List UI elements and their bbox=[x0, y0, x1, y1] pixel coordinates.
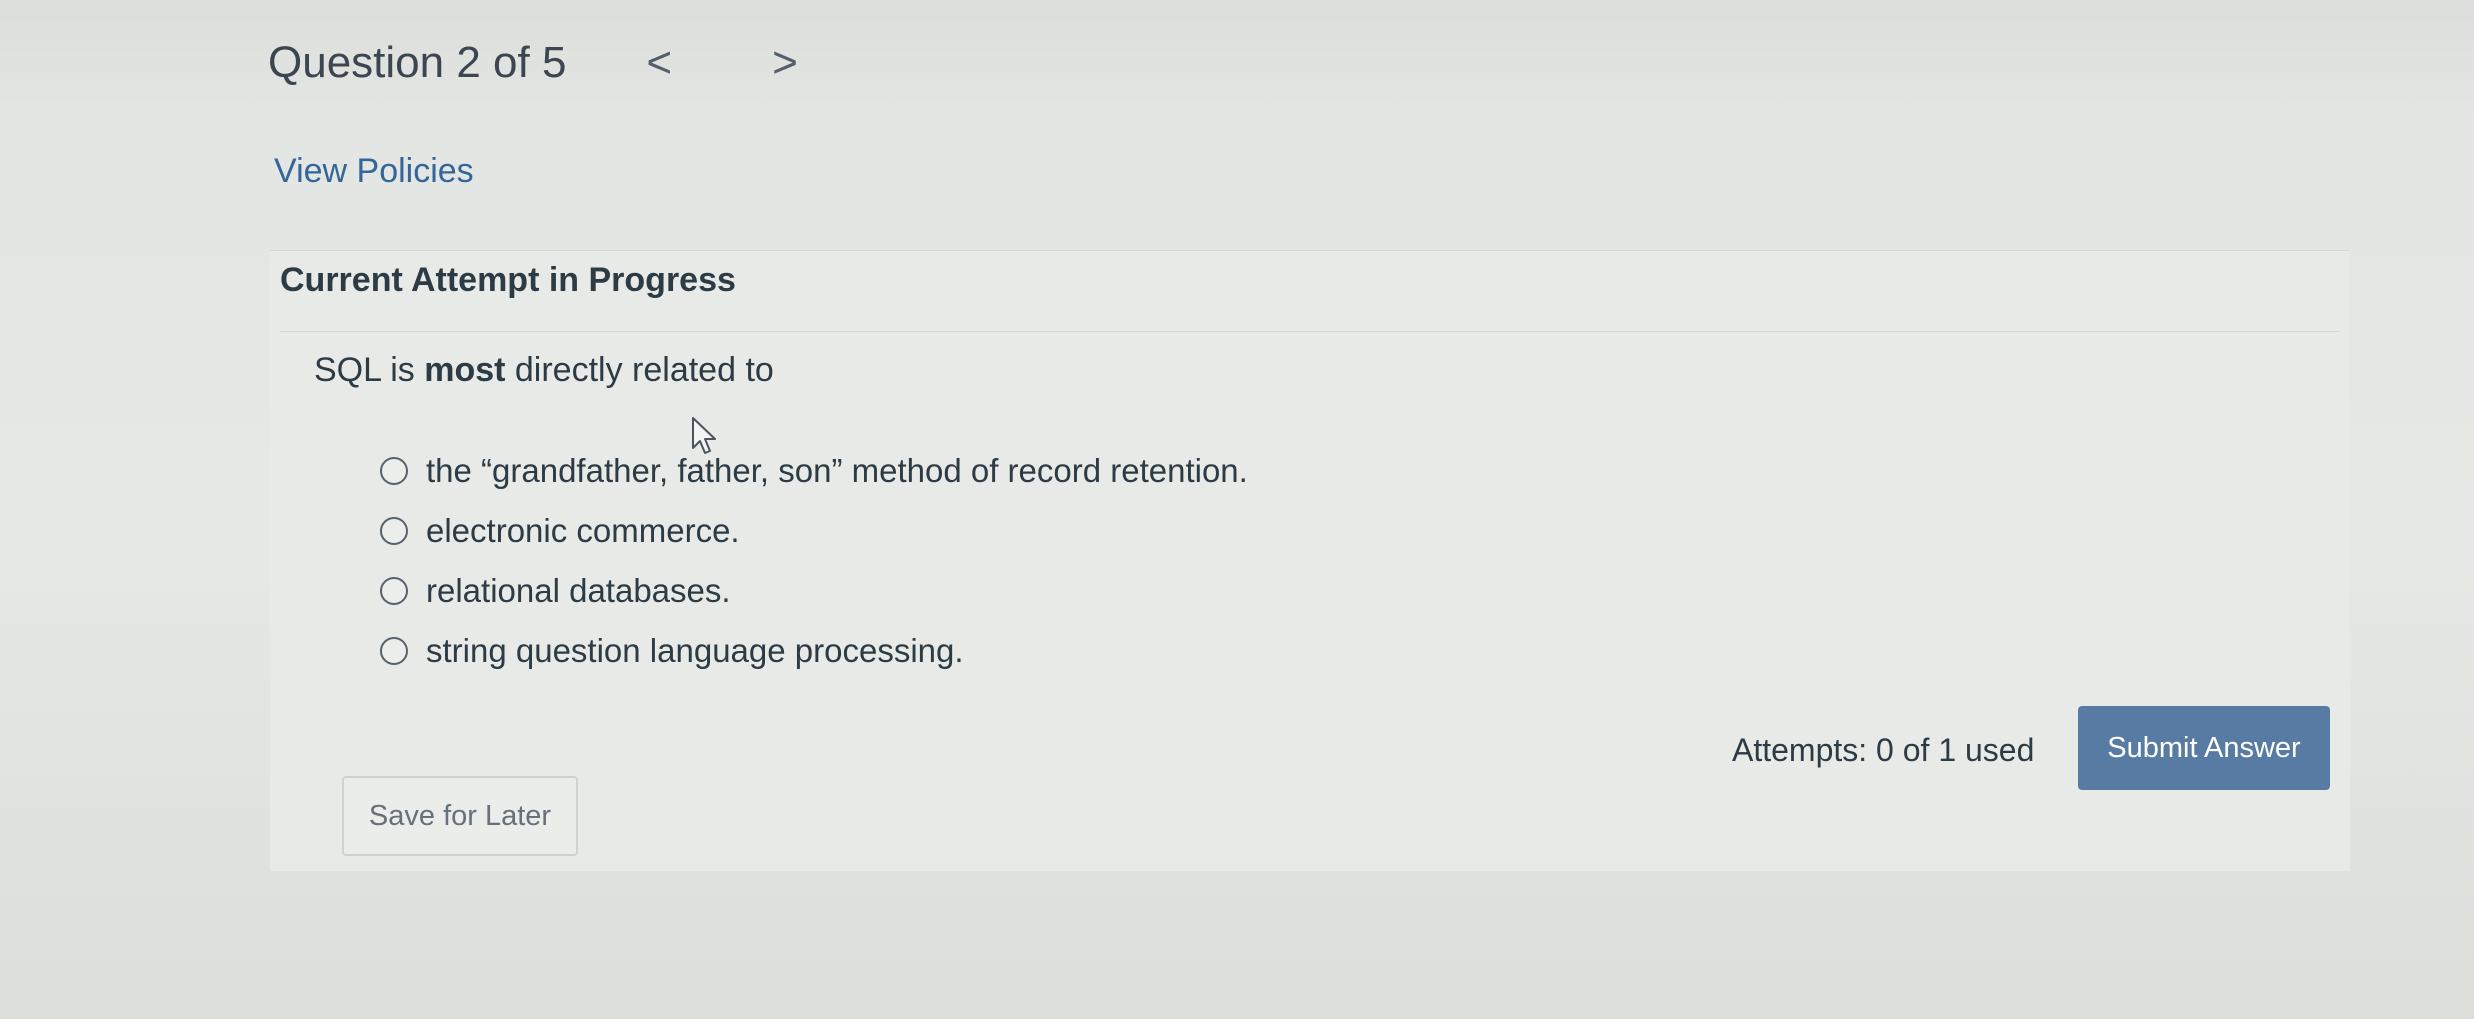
view-policies-link[interactable]: View Policies bbox=[274, 152, 474, 191]
question-title: Question 2 of 5 bbox=[268, 38, 567, 87]
chevron-right-icon: > bbox=[772, 38, 798, 87]
attempts-counter: Attempts: 0 of 1 used bbox=[1732, 732, 2035, 768]
answer-option-2[interactable]: electronic commerce. bbox=[380, 501, 1248, 561]
answer-option-1[interactable]: the “grandfather, father, son” method of… bbox=[380, 441, 1248, 501]
next-question-button[interactable]: > bbox=[752, 41, 818, 85]
panel-divider bbox=[280, 331, 2340, 332]
radio-button[interactable] bbox=[380, 577, 408, 605]
chevron-left-icon: < bbox=[646, 38, 673, 87]
question-panel: Current Attempt in Progress SQL is most … bbox=[270, 250, 2350, 871]
answer-options: the “grandfather, father, son” method of… bbox=[380, 441, 1248, 681]
question-text-after: directly related to bbox=[505, 351, 774, 389]
radio-button[interactable] bbox=[380, 457, 408, 485]
radio-button[interactable] bbox=[380, 517, 408, 545]
submit-answer-button[interactable]: Submit Answer bbox=[2078, 706, 2330, 790]
option-label: relational databases. bbox=[426, 572, 731, 609]
question-text-before: SQL is bbox=[314, 351, 425, 389]
save-for-later-button[interactable]: Save for Later bbox=[342, 776, 578, 856]
attempt-heading: Current Attempt in Progress bbox=[280, 261, 736, 299]
radio-button[interactable] bbox=[380, 637, 408, 665]
answer-option-4[interactable]: string question language processing. bbox=[380, 621, 1248, 681]
option-label: string question language processing. bbox=[426, 632, 964, 669]
previous-question-button[interactable]: < bbox=[626, 41, 692, 85]
option-label: the “grandfather, father, son” method of… bbox=[426, 452, 1248, 489]
question-text-emphasis: most bbox=[424, 351, 506, 389]
question-text: SQL is most directly related to bbox=[314, 351, 774, 390]
question-header: Question 2 of 5 < > bbox=[268, 38, 818, 88]
quiz-page: Question 2 of 5 < > View Policies Curren… bbox=[0, 0, 2474, 1019]
answer-option-3[interactable]: relational databases. bbox=[380, 561, 1248, 621]
option-label: electronic commerce. bbox=[426, 512, 740, 549]
mouse-cursor-icon bbox=[692, 417, 716, 454]
